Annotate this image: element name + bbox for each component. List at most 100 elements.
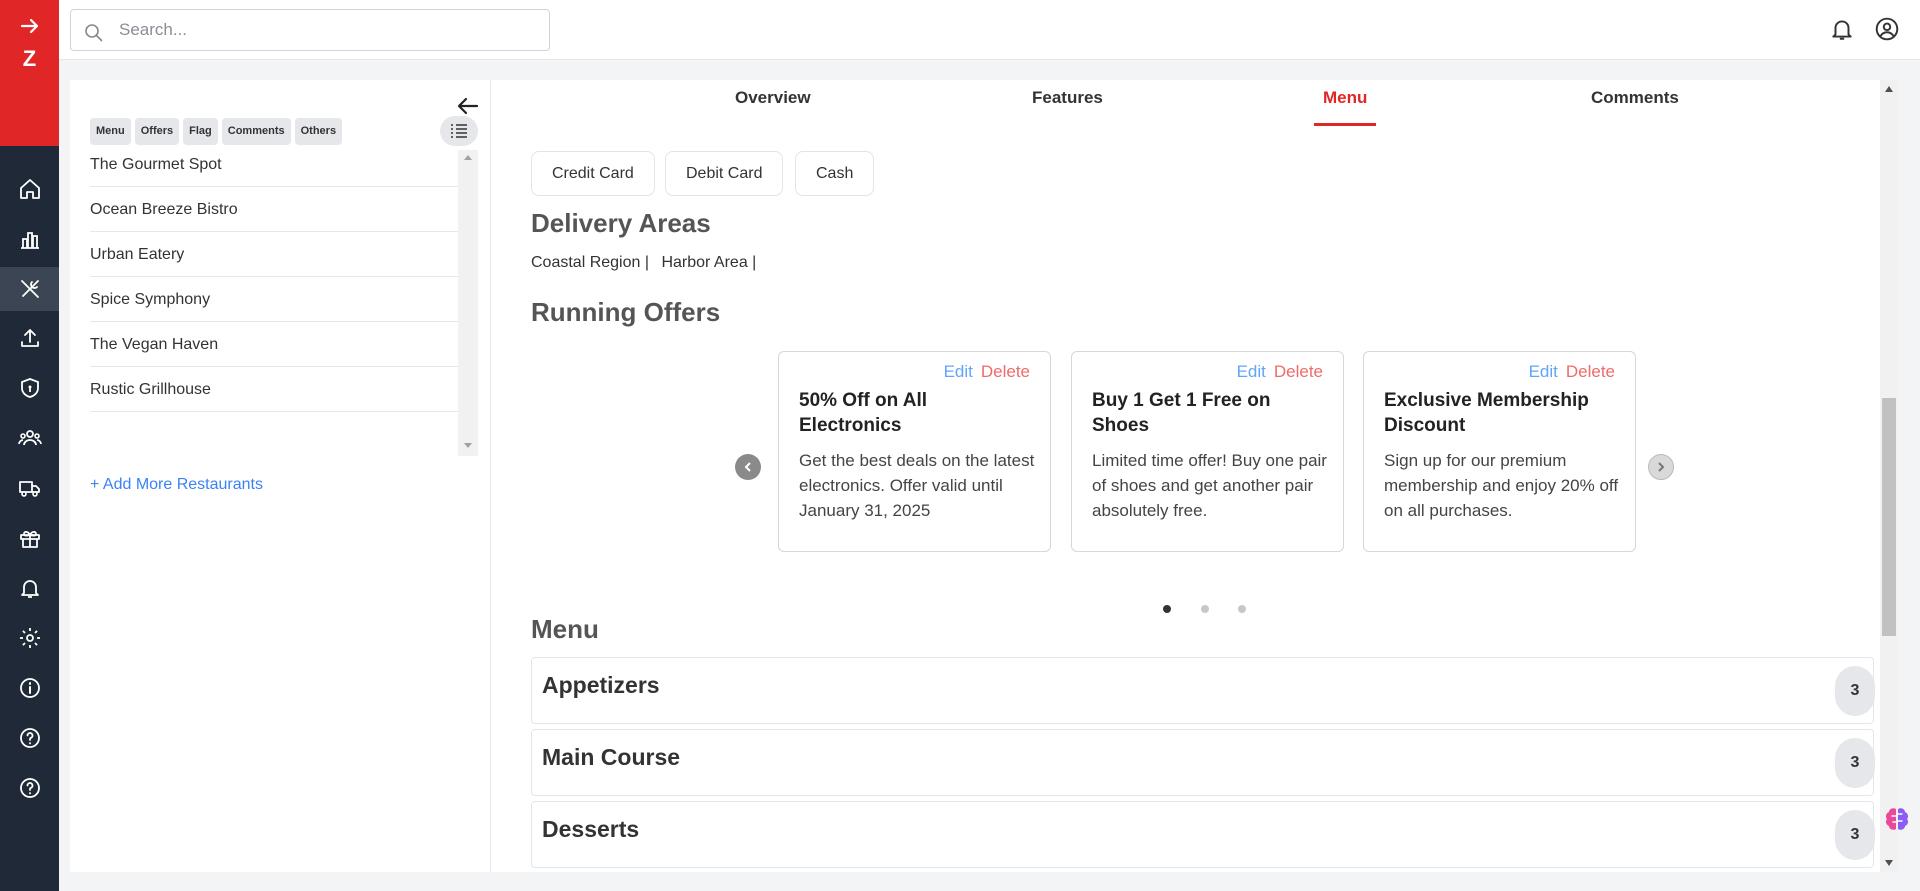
- menu-category-name: Desserts: [542, 816, 640, 842]
- brand-logo-letter: Z: [22, 46, 37, 71]
- nav-rewards[interactable]: [0, 516, 59, 560]
- bar-chart-icon: [20, 232, 39, 249]
- search-box[interactable]: [70, 9, 550, 51]
- filter-chip-comments[interactable]: Comments: [221, 118, 291, 145]
- filter-chip-flag[interactable]: Flag: [183, 118, 218, 145]
- restaurant-details: Overview Features Menu Comments Credit C…: [490, 80, 1880, 872]
- search-icon: [85, 24, 103, 42]
- menu-category-count: 3: [1835, 666, 1875, 716]
- home-icon: [19, 179, 40, 199]
- menu-category-count: 3: [1835, 738, 1875, 788]
- menu-category-row[interactable]: Appetizers 3: [531, 657, 1875, 724]
- restaurant-list-scrollbar[interactable]: [458, 150, 478, 456]
- menu-category-row[interactable]: Main Course 3: [531, 729, 1875, 796]
- edit-offer-button[interactable]: Edit: [944, 362, 973, 381]
- arrow-left-icon[interactable]: [456, 96, 480, 116]
- side-navigation-rail: Z: [0, 0, 59, 891]
- tab-features[interactable]: Features: [1032, 88, 1103, 108]
- search-input[interactable]: [119, 10, 539, 50]
- carousel-dot[interactable]: [1238, 605, 1246, 613]
- menu-category-name: Main Course: [542, 744, 681, 770]
- tab-menu[interactable]: Menu: [1323, 88, 1367, 108]
- delete-offer-button[interactable]: Delete: [1274, 362, 1323, 381]
- offer-title: Exclusive Membership Discount: [1384, 390, 1589, 436]
- nav-support[interactable]: [0, 766, 59, 810]
- gift-icon: [19, 530, 40, 548]
- chevron-left-icon: [744, 462, 751, 472]
- list-icon: [451, 124, 467, 138]
- carousel-prev-button[interactable]: [735, 454, 761, 480]
- help-icon: [19, 778, 40, 798]
- nav-analytics[interactable]: [0, 217, 59, 261]
- settings-icon: [19, 628, 40, 648]
- user-account-icon[interactable]: [1874, 16, 1900, 42]
- list-item[interactable]: The Vegan Haven: [90, 322, 458, 367]
- list-item[interactable]: Spice Symphony: [90, 277, 458, 322]
- list-item[interactable]: Urban Eatery: [90, 232, 458, 277]
- nav-security[interactable]: [0, 366, 59, 410]
- list-view-toggle[interactable]: [440, 116, 478, 146]
- carousel-dot[interactable]: [1201, 605, 1209, 613]
- offer-card: Edit Delete Exclusive Membership Discount…: [1363, 351, 1636, 552]
- edit-offer-button[interactable]: Edit: [1529, 362, 1558, 381]
- offer-card: Edit Delete 50% Off on All Electronics Ge…: [778, 351, 1051, 552]
- nav-settings[interactable]: [0, 616, 59, 660]
- filter-chip-menu[interactable]: Menu: [90, 118, 131, 145]
- nav-info[interactable]: [0, 666, 59, 710]
- restaurant-panel: Menu Offers Flag Comments Others The Gou…: [70, 80, 490, 872]
- nav-help[interactable]: [0, 716, 59, 760]
- scroll-down-arrow[interactable]: [1885, 860, 1893, 866]
- scroll-up-arrow[interactable]: [1885, 86, 1893, 92]
- menu-category-count: 3: [1835, 810, 1875, 860]
- payment-method-chip: Cash: [795, 151, 875, 196]
- nav-restaurants[interactable]: [0, 267, 59, 311]
- nav-delivery[interactable]: [0, 466, 59, 510]
- add-restaurants-link[interactable]: + Add More Restaurants: [90, 476, 263, 494]
- nav-upload[interactable]: [0, 316, 59, 360]
- payment-method-chip: Debit Card: [665, 151, 784, 196]
- carousel-dot[interactable]: [1163, 605, 1171, 613]
- delivery-area: Harbor Area |: [661, 254, 757, 271]
- menu-category-row[interactable]: Desserts 3: [531, 801, 1875, 868]
- bell-icon: [20, 580, 39, 598]
- users-icon: [17, 430, 42, 446]
- brand-block[interactable]: Z: [0, 0, 59, 146]
- list-item[interactable]: The Gourmet Spot: [90, 150, 458, 187]
- scrollbar-thumb[interactable]: [1882, 398, 1896, 636]
- nav-notifications[interactable]: [0, 566, 59, 610]
- restaurant-filters: Menu Offers Flag Comments Others: [90, 118, 343, 145]
- delivery-area: Coastal Region |: [531, 254, 649, 271]
- upload-icon: [20, 329, 39, 347]
- filter-chip-offers[interactable]: Offers: [134, 118, 180, 145]
- edit-offer-button[interactable]: Edit: [1237, 362, 1266, 381]
- running-offers-title: Running Offers: [531, 297, 721, 327]
- delete-offer-button[interactable]: Delete: [981, 362, 1030, 381]
- nav-users[interactable]: [0, 416, 59, 460]
- arrow-right-icon[interactable]: [19, 16, 41, 36]
- delete-offer-button[interactable]: Delete: [1566, 362, 1615, 381]
- offer-description: Get the best deals on the latest electro…: [799, 451, 1035, 520]
- page-scrollbar[interactable]: [1880, 80, 1898, 872]
- tab-overview[interactable]: Overview: [735, 88, 811, 108]
- menu-category-name: Appetizers: [542, 672, 660, 698]
- notification-bell-icon[interactable]: [1829, 16, 1855, 42]
- offer-title: Buy 1 Get 1 Free on Shoes: [1092, 390, 1271, 436]
- info-icon: [19, 678, 40, 698]
- top-bar: [59, 0, 1920, 60]
- restaurant-icon: [20, 280, 39, 298]
- filter-chip-others[interactable]: Others: [294, 118, 343, 145]
- offer-description: Sign up for our premium membership and e…: [1384, 451, 1619, 520]
- tab-comments[interactable]: Comments: [1591, 88, 1679, 108]
- scroll-down-arrow[interactable]: [464, 443, 472, 448]
- active-tab-indicator: [1314, 123, 1376, 126]
- delivery-areas-title: Delivery Areas: [531, 208, 711, 238]
- help-icon: [19, 728, 40, 748]
- delivery-areas-list: Coastal Region | Harbor Area |: [531, 254, 764, 272]
- ai-brain-icon[interactable]: [1882, 804, 1912, 834]
- offer-description: Limited time offer! Buy one pair of shoe…: [1092, 451, 1327, 520]
- list-item[interactable]: Rustic Grillhouse: [90, 367, 458, 412]
- scroll-up-arrow[interactable]: [464, 155, 472, 160]
- carousel-next-button[interactable]: [1648, 454, 1674, 480]
- list-item[interactable]: Ocean Breeze Bistro: [90, 187, 458, 232]
- nav-home[interactable]: [0, 167, 59, 211]
